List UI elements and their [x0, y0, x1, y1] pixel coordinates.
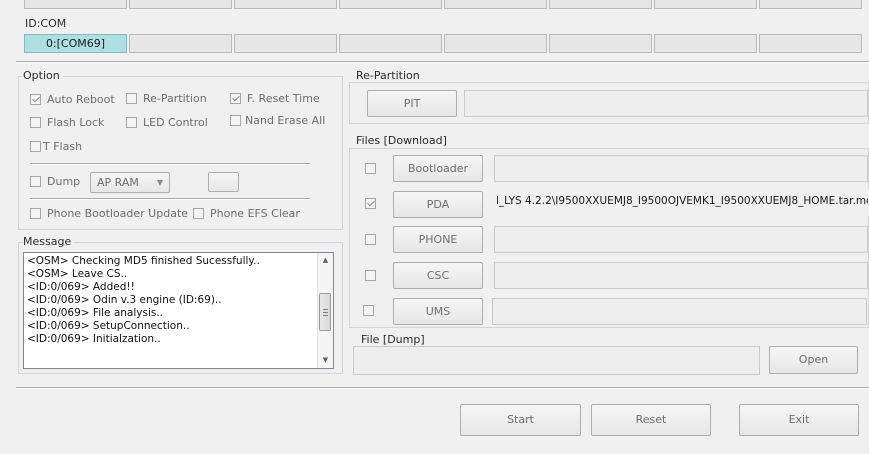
- led-control-label: LED Control: [143, 116, 208, 129]
- scroll-thumb[interactable]: [319, 293, 331, 331]
- pit-file-field[interactable]: [464, 90, 868, 117]
- dump-label: Dump: [47, 175, 81, 188]
- reset-button[interactable]: Reset: [591, 404, 711, 436]
- auto-reboot-label: Auto Reboot: [47, 93, 115, 106]
- bootloader-button[interactable]: Bootloader: [393, 155, 483, 182]
- led-control-checkbox[interactable]: [126, 117, 137, 128]
- start-button[interactable]: Start: [460, 404, 581, 436]
- phone-button[interactable]: PHONE: [393, 226, 483, 253]
- top-slot: [654, 0, 757, 9]
- message-line: <ID:0/069> SetupConnection..: [27, 320, 190, 332]
- pda-button[interactable]: PDA: [393, 191, 483, 218]
- phone-file-field[interactable]: [494, 226, 868, 253]
- option-title: Option: [23, 69, 63, 82]
- top-slot: [549, 0, 652, 9]
- com-port-slot: [234, 34, 337, 53]
- f-reset-time-label: F. Reset Time: [247, 92, 320, 105]
- bottom-divider: [16, 387, 869, 389]
- re-partition-title: Re-Partition: [356, 69, 420, 82]
- re-partition-checkbox[interactable]: [126, 93, 137, 104]
- nand-erase-all-checkbox[interactable]: [230, 115, 241, 126]
- message-line: <OSM> Leave CS..: [27, 268, 128, 280]
- pit-button[interactable]: PIT: [367, 90, 457, 117]
- phone-efs-clear-checkbox[interactable]: [193, 208, 204, 219]
- scroll-up-icon[interactable]: ▲: [318, 256, 333, 264]
- ums-checkbox[interactable]: [363, 305, 374, 316]
- bootloader-checkbox[interactable]: [365, 163, 376, 174]
- com-port-slot: [654, 34, 757, 53]
- com-port-slot-active[interactable]: 0:[COM69]: [24, 34, 127, 53]
- f-reset-time-checkbox[interactable]: [230, 93, 241, 104]
- top-slot: [129, 0, 232, 9]
- dump-type-select[interactable]: AP RAM ▼: [90, 172, 170, 193]
- t-flash-label: T Flash: [43, 140, 83, 153]
- phone-checkbox[interactable]: [365, 234, 376, 245]
- top-slot: [759, 0, 862, 9]
- dump-file-field[interactable]: [353, 346, 760, 375]
- message-line: <ID:0/069> Odin v.3 engine (ID:69)..: [27, 294, 222, 306]
- dump-button[interactable]: [208, 172, 239, 192]
- scroll-down-icon[interactable]: ▼: [318, 356, 333, 364]
- csc-checkbox[interactable]: [365, 270, 376, 281]
- com-port-slot: [549, 34, 652, 53]
- id-com-label: ID:COM: [25, 17, 67, 30]
- phone-efs-clear-label: Phone EFS Clear: [210, 207, 300, 220]
- file-dump-title: File [Dump]: [361, 333, 425, 346]
- option-divider: [30, 163, 310, 165]
- flash-lock-checkbox[interactable]: [30, 117, 41, 128]
- files-download-title: Files [Download]: [356, 134, 447, 147]
- pda-file-field[interactable]: l_LYS 4.2.2\I9500XXUEMJ8_I9500OJVEMK1_I9…: [492, 189, 869, 216]
- pda-checkbox[interactable]: [365, 198, 376, 209]
- ums-button[interactable]: UMS: [393, 298, 483, 325]
- flash-lock-label: Flash Lock: [47, 116, 105, 129]
- re-partition-label: Re-Partition: [143, 92, 207, 105]
- message-scrollbar[interactable]: ▲ ▼: [317, 253, 333, 368]
- dump-checkbox[interactable]: [30, 176, 41, 187]
- dump-type-value: AP RAM: [97, 176, 139, 189]
- phone-bootloader-update-checkbox[interactable]: [30, 208, 41, 219]
- message-title: Message: [23, 235, 75, 248]
- com-port-slot: [444, 34, 547, 53]
- com-port-slot: [129, 34, 232, 53]
- csc-file-field[interactable]: [494, 262, 868, 289]
- bootloader-file-field[interactable]: [494, 155, 868, 182]
- t-flash-checkbox[interactable]: [30, 141, 41, 152]
- exit-button[interactable]: Exit: [739, 404, 859, 436]
- open-button[interactable]: Open: [769, 346, 858, 374]
- ums-file-field[interactable]: [492, 298, 867, 325]
- divider: [16, 61, 869, 63]
- csc-button[interactable]: CSC: [393, 262, 483, 289]
- top-slot: [444, 0, 547, 9]
- top-slot: [24, 0, 127, 9]
- option-divider: [30, 198, 310, 200]
- message-log[interactable]: <OSM> Checking MD5 finished Sucessfully.…: [23, 252, 334, 369]
- top-slot: [234, 0, 337, 9]
- auto-reboot-checkbox[interactable]: [30, 94, 41, 105]
- phone-bootloader-update-label: Phone Bootloader Update: [47, 207, 189, 220]
- top-slot: [339, 0, 442, 9]
- chevron-down-icon: ▼: [156, 178, 163, 187]
- message-line: <ID:0/069> File analysis..: [27, 307, 164, 319]
- com-port-slot: [339, 34, 442, 53]
- message-line: <ID:0/069> Added!!: [27, 281, 135, 293]
- message-line: <ID:0/069> Initialzation..: [27, 333, 161, 345]
- message-line: <OSM> Checking MD5 finished Sucessfully.…: [27, 255, 260, 267]
- nand-erase-all-label: Nand Erase All: [245, 114, 326, 127]
- com-port-slot: [759, 34, 862, 53]
